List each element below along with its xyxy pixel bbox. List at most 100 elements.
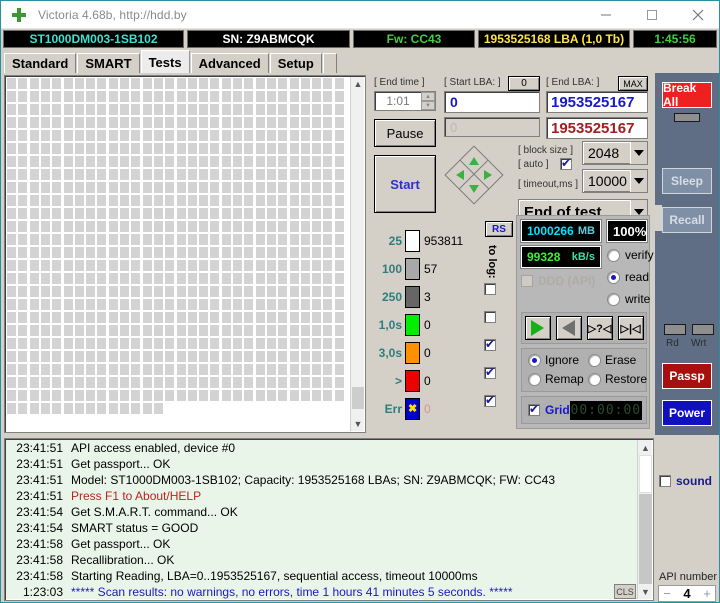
grid-cell: [210, 247, 220, 258]
chevron-down-icon[interactable]: [630, 170, 647, 192]
drive-capacity: 1953525168 LBA (1,0 Tb): [478, 30, 630, 48]
action-radio-remap[interactable]: Remap: [528, 372, 584, 386]
read-radio-dot[interactable]: [607, 270, 620, 284]
verify-radio-dot[interactable]: [607, 248, 620, 262]
grid-cell: [18, 260, 28, 271]
write-radio-dot[interactable]: [607, 292, 620, 306]
end-time-spin-buttons[interactable]: ▲ ▼: [421, 92, 435, 110]
chevron-up-icon[interactable]: ▲: [638, 440, 653, 455]
ddd-api-checkbox[interactable]: [521, 275, 533, 287]
log-scrollbar[interactable]: ▲ ▼: [637, 440, 652, 599]
grid-checkbox[interactable]: [528, 402, 540, 416]
passport-button[interactable]: Passp: [662, 363, 712, 389]
sound-checkbox[interactable]: [659, 475, 671, 487]
minimize-icon[interactable]: [583, 1, 629, 29]
sleep-button[interactable]: Sleep: [662, 168, 712, 194]
grid-cell: [131, 169, 141, 180]
start-button[interactable]: Start: [374, 155, 436, 213]
grid-cell: [165, 299, 175, 310]
grid-cell: [7, 182, 16, 193]
mode-radio-verify[interactable]: verify: [607, 248, 654, 262]
tab-advanced[interactable]: Advanced: [190, 53, 269, 73]
end-time-value: 1:01: [386, 94, 410, 108]
action-radio-ignore[interactable]: Ignore: [528, 353, 579, 367]
action-radio-erase[interactable]: Erase: [588, 353, 636, 367]
log-checkbox-over[interactable]: [484, 365, 496, 379]
sound-toggle[interactable]: sound: [659, 474, 712, 488]
grid-scroll-thumb[interactable]: [352, 387, 364, 409]
log-scroll-thumb[interactable]: [639, 455, 652, 493]
minus-icon[interactable]: −: [659, 586, 675, 601]
seek-start-icon[interactable]: ▷|◁: [617, 316, 644, 340]
start-lba-zero-button[interactable]: 0: [508, 76, 540, 91]
spin-up-icon[interactable]: ▲: [421, 92, 435, 101]
rs-button[interactable]: RS: [485, 221, 513, 237]
ignore-radio-dot[interactable]: [528, 353, 541, 367]
action-radio-restore[interactable]: Restore: [588, 372, 647, 386]
grid-scrollbar[interactable]: ▲ ▼: [350, 77, 364, 431]
spin-down-icon[interactable]: ▼: [421, 101, 435, 110]
ddd-api-toggle[interactable]: DDD (API): [521, 274, 595, 288]
grid-cell: [233, 377, 242, 388]
grid-cell: [244, 156, 254, 167]
erase-radio-dot[interactable]: [588, 353, 601, 367]
log-checkbox-1s[interactable]: [484, 311, 496, 323]
tab-standard[interactable]: Standard: [4, 53, 77, 73]
mode-radio-write[interactable]: write: [607, 292, 650, 306]
chevron-up-icon[interactable]: ▲: [351, 77, 365, 91]
auto-checkbox[interactable]: [560, 156, 572, 170]
rewind-icon[interactable]: [555, 316, 582, 340]
log-checkbox-3s[interactable]: [484, 337, 496, 351]
chevron-down-icon[interactable]: ▼: [351, 417, 365, 431]
clear-log-button[interactable]: CLS: [614, 584, 636, 599]
log-panel[interactable]: 23:41:51 API access enabled, device #0 23:…: [4, 438, 654, 601]
tab-setup[interactable]: Setup: [269, 53, 322, 73]
grid-cell: [210, 195, 220, 206]
maximize-icon[interactable]: [629, 1, 675, 29]
plus-icon[interactable]: +: [699, 586, 715, 601]
stat-label: 1,0s: [378, 318, 402, 332]
restore-radio-dot[interactable]: [588, 372, 601, 386]
mode-radio-read[interactable]: read: [607, 270, 649, 284]
grid-cell: [266, 130, 276, 141]
end-time-stepper[interactable]: 1:01 ▲ ▼: [374, 91, 436, 111]
log-entry: 1:23:03 ***** Scan results: no warnings, …: [5, 585, 653, 600]
log-checkbox-250[interactable]: [484, 283, 496, 295]
scan-grid-panel[interactable]: ▲ ▼: [4, 75, 366, 433]
grid-cell: [63, 390, 73, 401]
remap-radio-dot[interactable]: [528, 372, 541, 386]
grid-cell: [18, 299, 28, 310]
block-size-select[interactable]: 2048: [582, 141, 648, 165]
grid-cell: [142, 195, 152, 206]
grid-cell: [323, 325, 333, 336]
log-checkbox-err[interactable]: [484, 393, 496, 407]
api-number-label: API number: [659, 571, 718, 583]
chevron-down-icon[interactable]: ▼: [638, 584, 653, 599]
chevron-down-icon[interactable]: [630, 142, 647, 164]
grid-cell: [108, 143, 118, 154]
tab-smart[interactable]: SMART: [77, 53, 140, 73]
end-lba-input[interactable]: 1953525167: [546, 91, 648, 113]
grid-cell: [255, 351, 265, 362]
grid-cell: [300, 234, 310, 245]
navigation-dpad[interactable]: [440, 143, 508, 209]
close-icon[interactable]: [675, 1, 719, 29]
play-icon[interactable]: [524, 316, 551, 340]
scan-grid-map[interactable]: [7, 78, 351, 418]
grid-cell: [40, 390, 50, 401]
log-scroll-track[interactable]: [639, 494, 652, 584]
api-number-stepper[interactable]: − 4 +: [658, 585, 716, 602]
grid-cell: [97, 104, 107, 115]
grid-cell: [176, 377, 186, 388]
end-lba-max-button[interactable]: MAX: [618, 76, 648, 91]
recall-button[interactable]: Recall: [662, 207, 712, 233]
seek-unknown-icon[interactable]: ▷?◁: [586, 316, 613, 340]
start-lba-input[interactable]: 0: [444, 91, 540, 113]
break-all-button[interactable]: Break All: [662, 81, 712, 109]
power-button[interactable]: Power: [662, 400, 712, 426]
grid-cell: [131, 78, 141, 89]
pause-button[interactable]: Pause: [374, 119, 436, 147]
tab-tests[interactable]: Tests: [140, 50, 190, 73]
grid-cell: [323, 208, 333, 219]
timeout-select[interactable]: 10000: [582, 169, 648, 193]
